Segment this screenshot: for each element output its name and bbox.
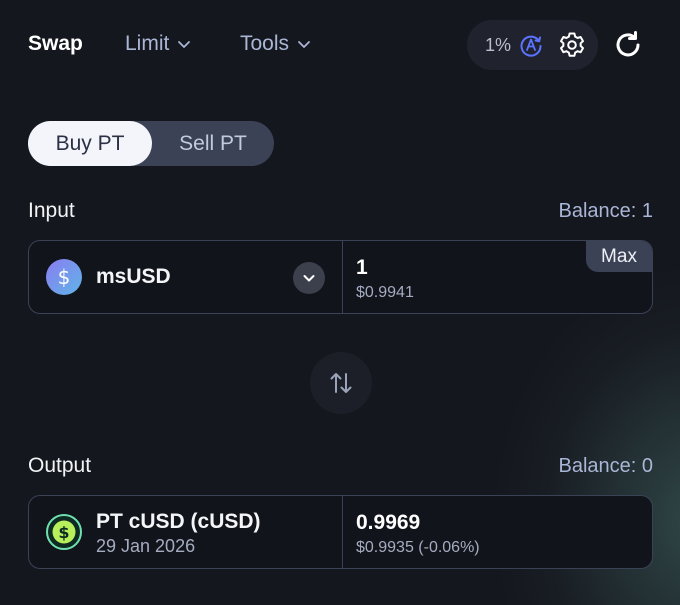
input-label: Input xyxy=(28,199,75,222)
box-divider xyxy=(342,496,343,568)
top-nav: Swap Limit Tools 1% xyxy=(0,0,680,90)
chevron-down-icon xyxy=(178,41,191,48)
slippage-value: 1% xyxy=(485,34,512,55)
svg-text:$: $ xyxy=(58,265,71,289)
output-token-box: $ PT cUSD (cUSD) 29 Jan 2026 0.9969 $0.9… xyxy=(28,495,653,569)
input-token-name[interactable]: msUSD xyxy=(96,265,171,289)
refresh-icon[interactable] xyxy=(612,29,644,61)
input-token-box: $ msUSD 1 $0.9941 Max xyxy=(28,240,653,314)
output-usd-value: $0.9935 (-0.06%) xyxy=(356,539,480,556)
output-token-name: PT cUSD (cUSD) xyxy=(96,510,261,533)
token-select-button[interactable] xyxy=(293,262,325,294)
nav-swap-label: Swap xyxy=(28,32,83,55)
output-amount: 0.9969 xyxy=(356,511,421,534)
dollar-coin-icon: $ xyxy=(46,514,82,550)
swap-arrows-icon xyxy=(330,373,352,393)
dollar-coin-icon: $ xyxy=(46,259,82,295)
svg-text:$: $ xyxy=(58,523,69,542)
swap-direction-button[interactable] xyxy=(310,352,372,414)
input-amount-field[interactable]: 1 xyxy=(356,256,368,280)
buy-pt-label: Buy PT xyxy=(55,131,125,155)
input-usd-value: $0.9941 xyxy=(356,284,414,301)
buy-pt-tab[interactable]: Buy PT xyxy=(28,121,152,166)
nav-limit-label: Limit xyxy=(125,32,170,55)
chevron-down-icon xyxy=(303,275,315,282)
gear-icon xyxy=(560,32,584,57)
output-token-date: 29 Jan 2026 xyxy=(96,536,196,556)
sell-pt-tab[interactable]: Sell PT xyxy=(152,121,274,166)
output-label: Output xyxy=(28,454,92,477)
slippage-settings-button[interactable]: 1% xyxy=(467,20,598,70)
input-balance: Balance: 1 xyxy=(558,200,653,222)
auto-slippage-icon xyxy=(520,35,542,57)
box-divider xyxy=(342,241,343,313)
output-balance: Balance: 0 xyxy=(558,455,653,477)
nav-limit[interactable]: Limit xyxy=(125,32,191,56)
nav-swap[interactable]: Swap xyxy=(28,32,83,56)
max-button[interactable]: Max xyxy=(586,241,652,272)
chevron-down-icon xyxy=(298,41,310,48)
sell-pt-label: Sell PT xyxy=(179,131,247,155)
buy-sell-toggle: Buy PT Sell PT xyxy=(28,121,274,166)
nav-tools-label: Tools xyxy=(240,32,290,55)
max-label: Max xyxy=(601,245,637,267)
nav-tools[interactable]: Tools xyxy=(240,32,311,56)
